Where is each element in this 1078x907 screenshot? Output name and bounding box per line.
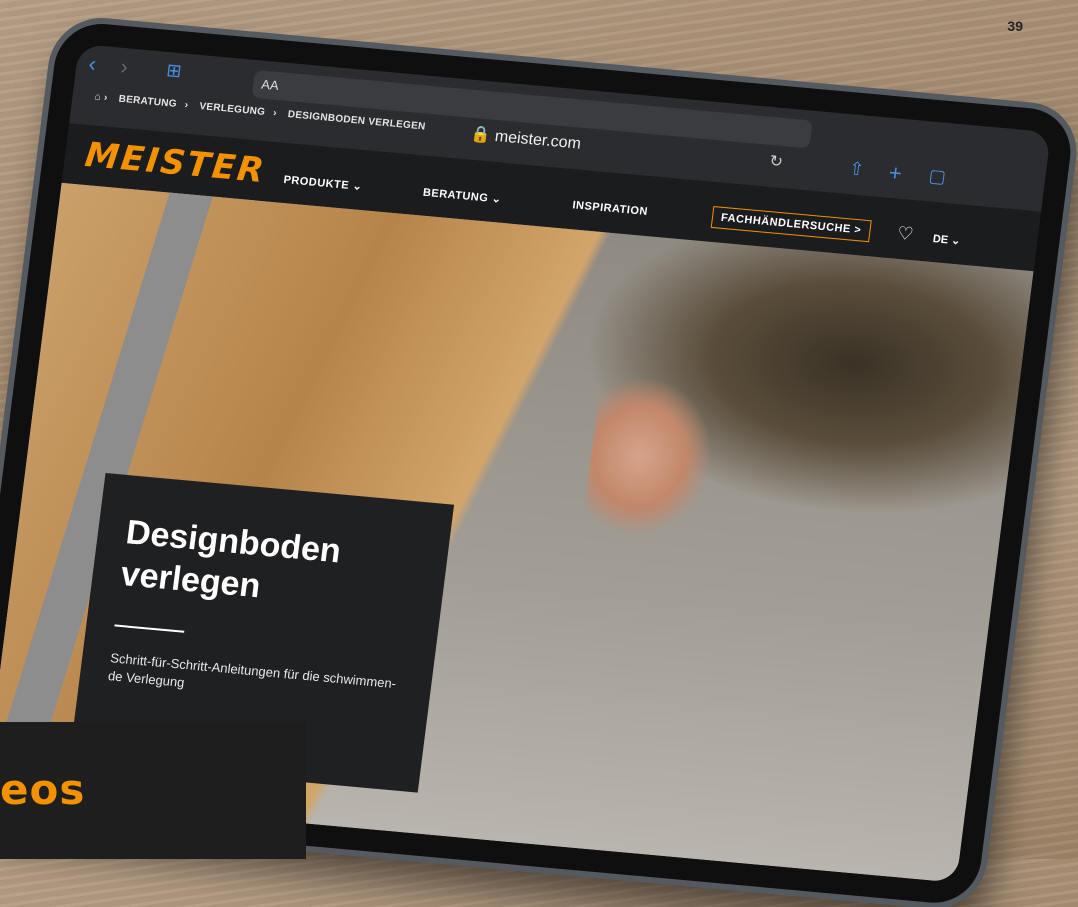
forward-icon[interactable]: ›: [119, 54, 129, 80]
bookmarks-icon[interactable]: ⊞: [165, 60, 183, 82]
home-icon[interactable]: ⌂ ›: [94, 91, 108, 103]
url-text[interactable]: 🔒 meister.com: [469, 124, 582, 154]
heart-icon[interactable]: ♡: [896, 223, 915, 245]
nav-produkte[interactable]: PRODUKTE ⌄: [283, 173, 363, 193]
breadcrumb-item[interactable]: BERATUNG: [118, 94, 177, 110]
brand-logo[interactable]: MEISTER: [83, 135, 268, 191]
hero-title: Designboden verlegen: [118, 513, 344, 606]
language-select[interactable]: DE ⌄: [932, 232, 961, 247]
reader-aa-button[interactable]: AA: [260, 77, 279, 93]
nav-inspiration[interactable]: INSPIRATION: [572, 199, 649, 218]
nav-beratung[interactable]: BERATUNG ⌄: [422, 186, 502, 206]
chevron-right-icon: ›: [184, 99, 190, 111]
share-icon[interactable]: ⇧: [848, 158, 866, 180]
tabs-icon[interactable]: ▢: [927, 165, 947, 187]
reload-icon[interactable]: ↻: [768, 151, 784, 172]
page-number: 39: [1007, 18, 1023, 34]
breadcrumb-item[interactable]: DESIGNBODEN VERLEGEN: [287, 109, 426, 132]
divider: [114, 624, 185, 633]
chevron-right-icon: ›: [272, 107, 278, 119]
back-icon[interactable]: ‹: [87, 51, 97, 77]
breadcrumb-item[interactable]: VERLEGUNG: [199, 101, 266, 118]
hero-subtitle: Schritt-für-Schritt-Anleitungen für die …: [107, 650, 397, 692]
new-tab-icon[interactable]: +: [887, 160, 903, 187]
worker-hand: [581, 372, 722, 543]
promo-text: eos: [0, 765, 86, 814]
dealer-search-button[interactable]: FACHHÄNDLERSUCHE >: [710, 205, 872, 243]
